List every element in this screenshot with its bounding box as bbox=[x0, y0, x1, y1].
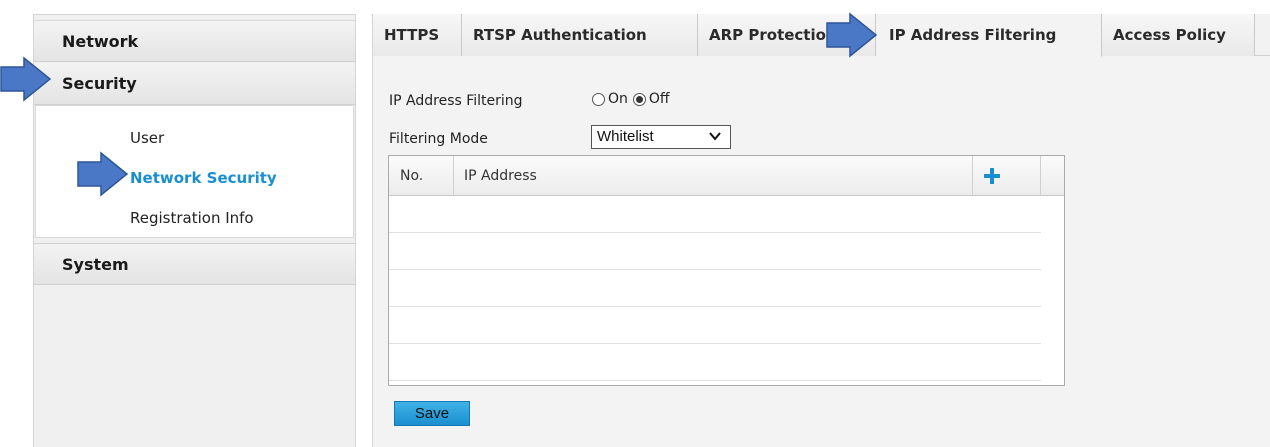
filtering-mode-select[interactable]: Whitelist bbox=[591, 125, 731, 149]
tab-bar: HTTPS RTSP Authentication ARP Protection… bbox=[373, 14, 1270, 57]
tab-access-policy[interactable]: Access Policy bbox=[1102, 14, 1255, 56]
filtering-mode-value: Whitelist bbox=[597, 128, 654, 145]
arrow-right-icon bbox=[826, 12, 878, 58]
filtering-mode-label: Filtering Mode bbox=[389, 131, 488, 147]
column-divider bbox=[453, 156, 454, 196]
sidebar-section-security[interactable]: Security bbox=[34, 63, 355, 105]
ip-filter-label: IP Address Filtering bbox=[389, 93, 523, 109]
table-row[interactable] bbox=[389, 233, 1041, 270]
tab-rtsp-authentication[interactable]: RTSP Authentication bbox=[462, 14, 698, 56]
sidebar-item-registration-info[interactable]: Registration Info bbox=[130, 209, 254, 227]
plus-icon[interactable] bbox=[982, 166, 1002, 186]
column-header-no: No. bbox=[400, 168, 424, 184]
column-divider bbox=[972, 156, 973, 196]
on-radio-icon[interactable] bbox=[592, 92, 605, 106]
ip-address-table: No. IP Address bbox=[388, 155, 1065, 386]
sidebar-item-network-security[interactable]: Network Security bbox=[130, 169, 277, 187]
table-row[interactable] bbox=[389, 270, 1041, 307]
arrow-right-icon bbox=[0, 56, 52, 102]
main-content: HTTPS RTSP Authentication ARP Protection… bbox=[372, 14, 1270, 447]
column-header-ip-address: IP Address bbox=[464, 168, 537, 184]
tab-ip-address-filtering[interactable]: IP Address Filtering bbox=[876, 14, 1102, 57]
off-radio-icon[interactable] bbox=[632, 92, 646, 106]
sidebar-section-system[interactable]: System bbox=[34, 243, 355, 285]
off-radio-label[interactable]: Off bbox=[649, 91, 670, 107]
chevron-down-icon bbox=[709, 132, 721, 141]
sidebar: Network Security User Network Security R… bbox=[33, 14, 356, 447]
table-header: No. IP Address bbox=[389, 156, 1064, 196]
table-row[interactable] bbox=[389, 307, 1041, 344]
sidebar-item-user[interactable]: User bbox=[130, 129, 164, 147]
sidebar-section-network[interactable]: Network bbox=[34, 20, 355, 62]
on-radio-label[interactable]: On bbox=[608, 91, 628, 107]
table-row[interactable] bbox=[389, 344, 1041, 381]
save-button[interactable]: Save bbox=[394, 401, 470, 426]
tab-https[interactable]: HTTPS bbox=[373, 14, 462, 56]
arrow-right-icon bbox=[77, 151, 129, 197]
ip-filter-radio-group: On Off bbox=[592, 91, 675, 107]
column-divider bbox=[1040, 156, 1041, 196]
table-row[interactable] bbox=[389, 196, 1041, 233]
